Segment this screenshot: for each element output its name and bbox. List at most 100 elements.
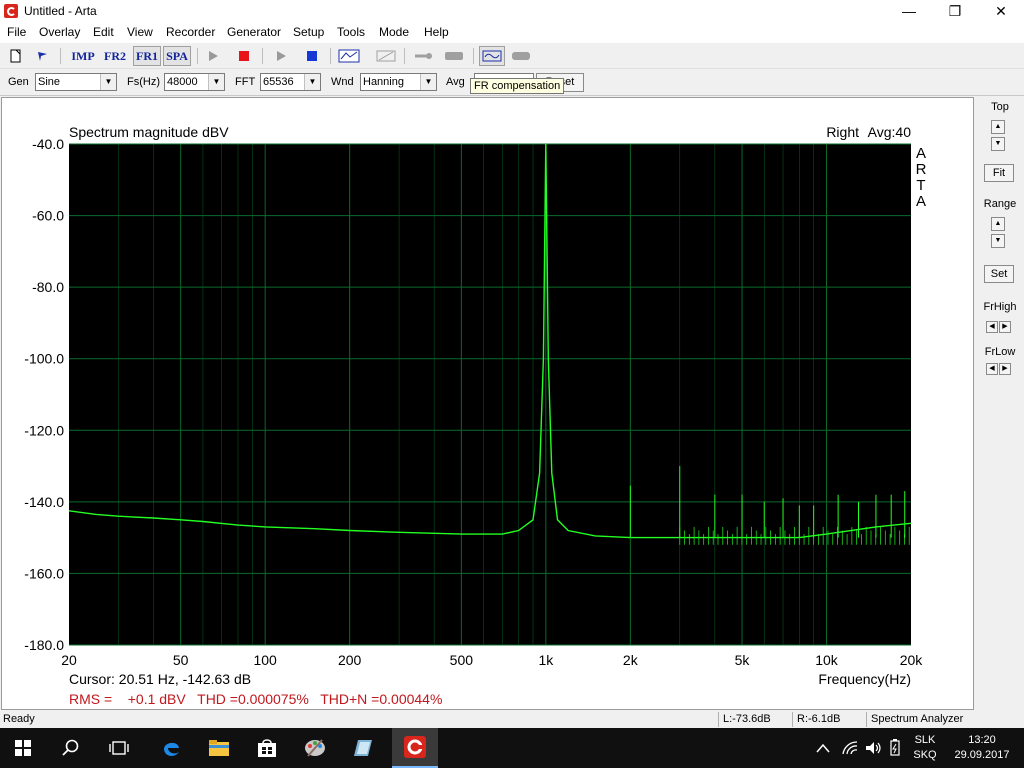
- generator-select[interactable]: Sine ▼: [35, 73, 117, 91]
- menu-tools[interactable]: Tools: [337, 25, 365, 39]
- taskbar: SLK SKQ 13:20 29.09.2017: [0, 728, 1024, 768]
- menu-edit[interactable]: Edit: [93, 25, 114, 39]
- device-disabled-icon[interactable]: [443, 46, 465, 66]
- y-tick-label: -160.0: [24, 565, 64, 581]
- y-tick-label: -120.0: [24, 422, 64, 438]
- generator-select-value: Sine: [38, 76, 61, 88]
- fr1-mode-button[interactable]: FR1: [133, 46, 161, 66]
- set-button[interactable]: Set: [984, 265, 1014, 283]
- minimize-button[interactable]: —: [886, 0, 932, 23]
- x-tick-label: 200: [338, 652, 362, 668]
- imp-mode-button[interactable]: IMP: [68, 46, 98, 66]
- toolbar-separator: [197, 48, 198, 64]
- menu-generator[interactable]: Generator: [227, 25, 281, 39]
- x-axis-label: Frequency(Hz): [818, 671, 911, 687]
- store-icon[interactable]: [244, 728, 290, 768]
- battery-plug-icon[interactable]: [882, 728, 908, 768]
- windows-start-icon[interactable]: [0, 728, 46, 768]
- y-tick-label: -80.0: [32, 279, 64, 295]
- toolbar-separator: [330, 48, 331, 64]
- status-bar: Ready L:-73.6dB R:-6.1dB Spectrum Analyz…: [0, 711, 1024, 728]
- search-icon[interactable]: [48, 728, 94, 768]
- edge-browser-icon[interactable]: [148, 728, 194, 768]
- fit-button[interactable]: Fit: [984, 164, 1014, 182]
- maximize-button[interactable]: ❐: [932, 0, 978, 23]
- top-up-icon[interactable]: ▲: [991, 120, 1005, 134]
- spectrum-chart[interactable]: -40.0 -60.0 -80.0 -100.0 -120.0 -140.0 -160.0 -…: [2, 98, 973, 709]
- clock-date: 29.09.2017: [954, 749, 1010, 761]
- notepad-icon[interactable]: [340, 728, 386, 768]
- title-bar: Untitled - Arta — ❐ ✕: [0, 0, 1024, 23]
- range-up-icon[interactable]: ▲: [991, 217, 1005, 231]
- menu-view[interactable]: View: [127, 25, 153, 39]
- fft-size-value: 65536: [263, 76, 294, 88]
- window-select-value: Hanning: [363, 76, 404, 88]
- frhigh-left-icon[interactable]: ◀: [986, 321, 998, 333]
- frlow-left-icon[interactable]: ◀: [986, 363, 998, 375]
- toolbar-separator: [473, 48, 474, 64]
- x-tick-label: 20k: [900, 652, 924, 668]
- frlow-label: FrLow: [984, 346, 1016, 358]
- paint-palette-icon[interactable]: [292, 728, 338, 768]
- spectrum-plot-panel[interactable]: -40.0 -60.0 -80.0 -100.0 -120.0 -140.0 -160.0 -…: [1, 97, 974, 710]
- fft-size-select[interactable]: 65536 ▼: [260, 73, 321, 91]
- language-secondary: SKQ: [913, 749, 937, 761]
- chevron-down-icon: ▼: [208, 74, 224, 90]
- toolbar-separator: [60, 48, 61, 64]
- calibrate-abc-icon[interactable]: [337, 46, 361, 66]
- chevron-down-icon: ▼: [100, 74, 116, 90]
- window-select[interactable]: Hanning ▼: [360, 73, 437, 91]
- stop-icon[interactable]: [234, 46, 254, 66]
- y-tick-label: -140.0: [24, 494, 64, 510]
- menu-setup[interactable]: Setup: [293, 25, 324, 39]
- y-tick-label: -60.0: [32, 208, 64, 224]
- x-tick-label: 10k: [815, 652, 839, 668]
- menu-overlay[interactable]: Overlay: [39, 25, 80, 39]
- chevron-down-icon: ▼: [420, 74, 436, 90]
- rms-thd-readout: RMS = +0.1 dBV THD =0.000075% THD+N =0.0…: [69, 691, 442, 707]
- average-count-label: Avg:40: [868, 124, 912, 140]
- fs-label: Fs(Hz): [127, 76, 160, 88]
- fr-compensation-button[interactable]: [479, 46, 505, 66]
- fr-compensation-tooltip: FR compensation: [470, 78, 565, 94]
- chart-title: Spectrum magnitude dBV: [69, 124, 229, 140]
- avg-label: Avg: [446, 76, 465, 88]
- x-tick-label: 2k: [623, 652, 639, 668]
- clock[interactable]: 13:20 29.09.2017: [950, 733, 1014, 763]
- language-primary: SLK: [914, 734, 936, 746]
- fft-label: FFT: [235, 76, 256, 88]
- menu-bar: File Overlay Edit View Recorder Generato…: [0, 23, 1024, 43]
- x-tick-label: 1k: [538, 652, 554, 668]
- frlow-right-icon[interactable]: ▶: [999, 363, 1011, 375]
- range-down-icon[interactable]: ▼: [991, 234, 1005, 248]
- range-label: Range: [983, 198, 1017, 210]
- menu-mode[interactable]: Mode: [379, 25, 409, 39]
- probe-disabled-icon[interactable]: [412, 46, 434, 66]
- arta-vertical-logo: ARTA: [916, 145, 927, 210]
- chevron-up-icon[interactable]: [806, 728, 840, 768]
- menu-recorder[interactable]: Recorder: [166, 25, 215, 39]
- clock-time: 13:20: [968, 734, 996, 746]
- filter-disabled-icon[interactable]: [375, 46, 397, 66]
- cursor-arrow-icon[interactable]: [32, 46, 52, 66]
- generator-stop-icon[interactable]: [302, 46, 322, 66]
- top-down-icon[interactable]: ▼: [991, 137, 1005, 151]
- fr2-mode-button[interactable]: FR2: [101, 46, 129, 66]
- arta-app-icon[interactable]: [4, 4, 18, 18]
- language-indicator[interactable]: SLK SKQ: [908, 733, 942, 763]
- spa-mode-button[interactable]: SPA: [163, 46, 191, 66]
- new-document-icon[interactable]: [6, 46, 26, 66]
- arta-taskbar-icon[interactable]: [392, 728, 438, 768]
- left-level-readout: L:-73.6dB: [718, 712, 791, 727]
- play-icon[interactable]: [203, 46, 223, 66]
- sample-rate-select[interactable]: 48000 ▼: [164, 73, 225, 91]
- generator-play-icon[interactable]: [271, 46, 291, 66]
- y-tick-label: -180.0: [24, 637, 64, 653]
- menu-help[interactable]: Help: [424, 25, 449, 39]
- task-view-icon[interactable]: [96, 728, 142, 768]
- menu-file[interactable]: File: [7, 25, 26, 39]
- frhigh-right-icon[interactable]: ▶: [999, 321, 1011, 333]
- overlay-disabled-icon[interactable]: [510, 46, 532, 66]
- file-explorer-icon[interactable]: [196, 728, 242, 768]
- close-button[interactable]: ✕: [978, 0, 1024, 23]
